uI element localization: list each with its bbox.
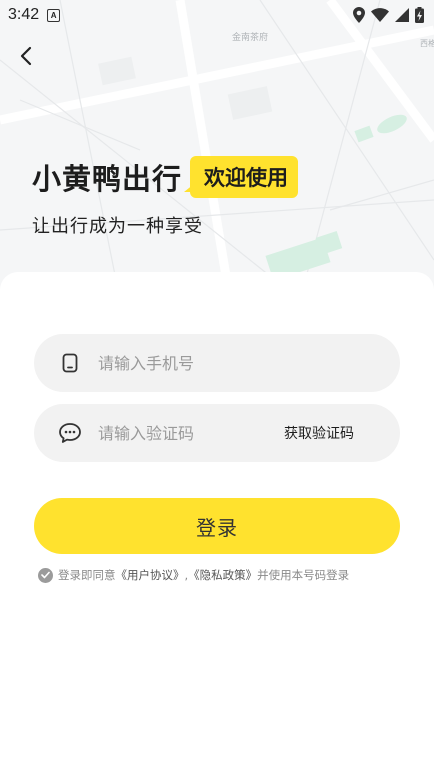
signal-icon bbox=[395, 8, 409, 22]
status-time: 3:42 bbox=[8, 6, 40, 23]
notification-icon: A bbox=[47, 8, 61, 22]
hero-subtitle: 让出行成为一种享受 bbox=[32, 216, 203, 237]
welcome-badge: 欢迎使用 bbox=[184, 156, 299, 198]
agreement-prefix: 登录即同意 bbox=[58, 568, 116, 582]
code-field[interactable]: 获取验证码 bbox=[34, 404, 400, 462]
wifi-icon bbox=[371, 8, 389, 22]
phone-icon bbox=[58, 351, 82, 375]
phone-field[interactable] bbox=[34, 334, 400, 392]
hero: 小黄鸭出行 欢迎使用 让出行成为一种享受 bbox=[32, 156, 299, 238]
chat-bubble-icon bbox=[58, 421, 82, 445]
map-label: 西格 bbox=[420, 38, 434, 48]
agreement-checkbox[interactable] bbox=[38, 567, 53, 583]
privacy-policy-link[interactable]: 《隐私政策》 bbox=[188, 567, 257, 583]
location-icon bbox=[353, 7, 365, 23]
back-button[interactable] bbox=[12, 42, 40, 70]
map-background: 金南茶府 西格 bbox=[0, 0, 434, 300]
chevron-left-icon bbox=[20, 46, 32, 66]
user-agreement-link[interactable]: 《用户协议》 bbox=[116, 567, 185, 583]
login-button[interactable]: 登录 bbox=[34, 498, 400, 554]
status-bar: 3:42 A bbox=[0, 0, 434, 30]
battery-icon bbox=[415, 7, 424, 23]
app-title: 小黄鸭出行 bbox=[32, 162, 183, 196]
get-code-button[interactable]: 获取验证码 bbox=[284, 423, 354, 443]
agreement-suffix: 并使用本号码登录 bbox=[257, 568, 350, 582]
code-input[interactable] bbox=[96, 422, 270, 444]
phone-input[interactable] bbox=[96, 352, 270, 374]
agreement-row: 登录即同意 《用户协议》 , 《隐私政策》 并使用本号码登录 bbox=[38, 567, 349, 583]
map-label: 金南茶府 bbox=[232, 31, 268, 43]
check-icon bbox=[41, 571, 50, 579]
